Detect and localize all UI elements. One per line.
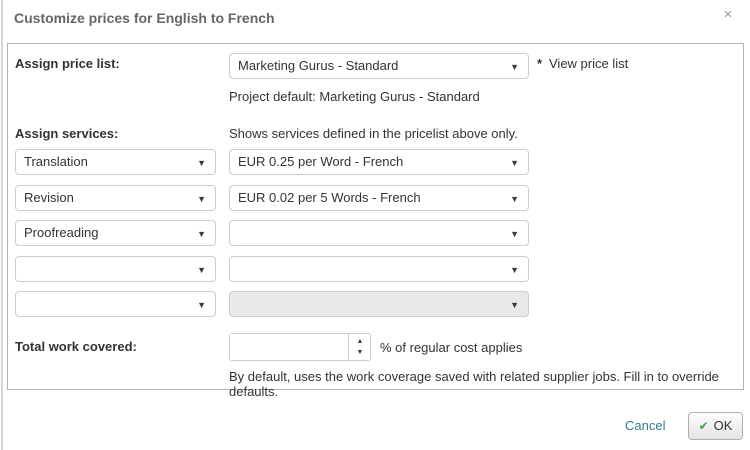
service-select-3-value: Proofreading: [24, 225, 98, 240]
price-list-label: Assign price list:: [15, 56, 120, 71]
chevron-down-icon: ▼: [197, 292, 206, 317]
work-covered-stepper[interactable]: ▲ ▼: [229, 333, 371, 361]
chevron-down-icon: ▼: [197, 150, 206, 175]
work-covered-input[interactable]: [230, 334, 342, 360]
chevron-down-icon: ▼: [510, 257, 519, 282]
price-select-2-value: EUR 0.02 per 5 Words - French: [238, 190, 421, 205]
view-price-list-link[interactable]: View price list: [549, 56, 628, 71]
price-select-1[interactable]: EUR 0.25 per Word - French ▼: [229, 149, 529, 175]
work-covered-label: Total work covered:: [15, 339, 137, 354]
stepper-up-icon[interactable]: ▲: [349, 334, 371, 347]
project-default-text: Project default: Marketing Gurus - Stand…: [229, 89, 480, 104]
checkmark-icon: ✔: [699, 419, 709, 433]
close-icon[interactable]: ×: [719, 6, 737, 24]
price-select-1-value: EUR 0.25 per Word - French: [238, 154, 403, 169]
chevron-down-icon: ▼: [510, 54, 519, 79]
price-list-select[interactable]: Marketing Gurus - Standard ▼: [229, 53, 529, 79]
chevron-down-icon: ▼: [197, 186, 206, 211]
services-label: Assign services:: [15, 126, 118, 141]
services-hint: Shows services defined in the pricelist …: [229, 126, 518, 141]
price-select-2[interactable]: EUR 0.02 per 5 Words - French ▼: [229, 185, 529, 211]
service-select-3[interactable]: Proofreading ▼: [15, 220, 216, 246]
work-covered-hint: By default, uses the work coverage saved…: [229, 369, 743, 399]
required-asterisk: *: [537, 56, 542, 71]
price-list-selected-value: Marketing Gurus - Standard: [238, 58, 398, 73]
chevron-down-icon: ▼: [510, 186, 519, 211]
chevron-down-icon: ▼: [510, 292, 519, 317]
service-select-5[interactable]: ▼: [15, 291, 216, 317]
chevron-down-icon: ▼: [510, 150, 519, 175]
cancel-button[interactable]: Cancel: [625, 418, 665, 433]
stepper-down-icon[interactable]: ▼: [349, 347, 371, 360]
chevron-down-icon: ▼: [197, 257, 206, 282]
ok-button-label: OK: [714, 418, 733, 433]
service-select-1-value: Translation: [24, 154, 88, 169]
work-covered-suffix: % of regular cost applies: [380, 340, 522, 355]
ok-button[interactable]: ✔ OK: [688, 412, 743, 440]
dialog-title: Customize prices for English to French: [14, 10, 275, 26]
service-select-4[interactable]: ▼: [15, 256, 216, 282]
dialog-body: Assign price list: Marketing Gurus - Sta…: [7, 43, 744, 390]
price-select-3[interactable]: ▼: [229, 220, 529, 246]
price-select-5: ▼: [229, 291, 529, 317]
stepper-buttons: ▲ ▼: [348, 334, 370, 360]
price-select-4[interactable]: ▼: [229, 256, 529, 282]
service-select-2[interactable]: Revision ▼: [15, 185, 216, 211]
service-select-2-value: Revision: [24, 190, 74, 205]
chevron-down-icon: ▼: [510, 221, 519, 246]
modal-left-edge: [1, 0, 3, 450]
service-select-1[interactable]: Translation ▼: [15, 149, 216, 175]
chevron-down-icon: ▼: [197, 221, 206, 246]
